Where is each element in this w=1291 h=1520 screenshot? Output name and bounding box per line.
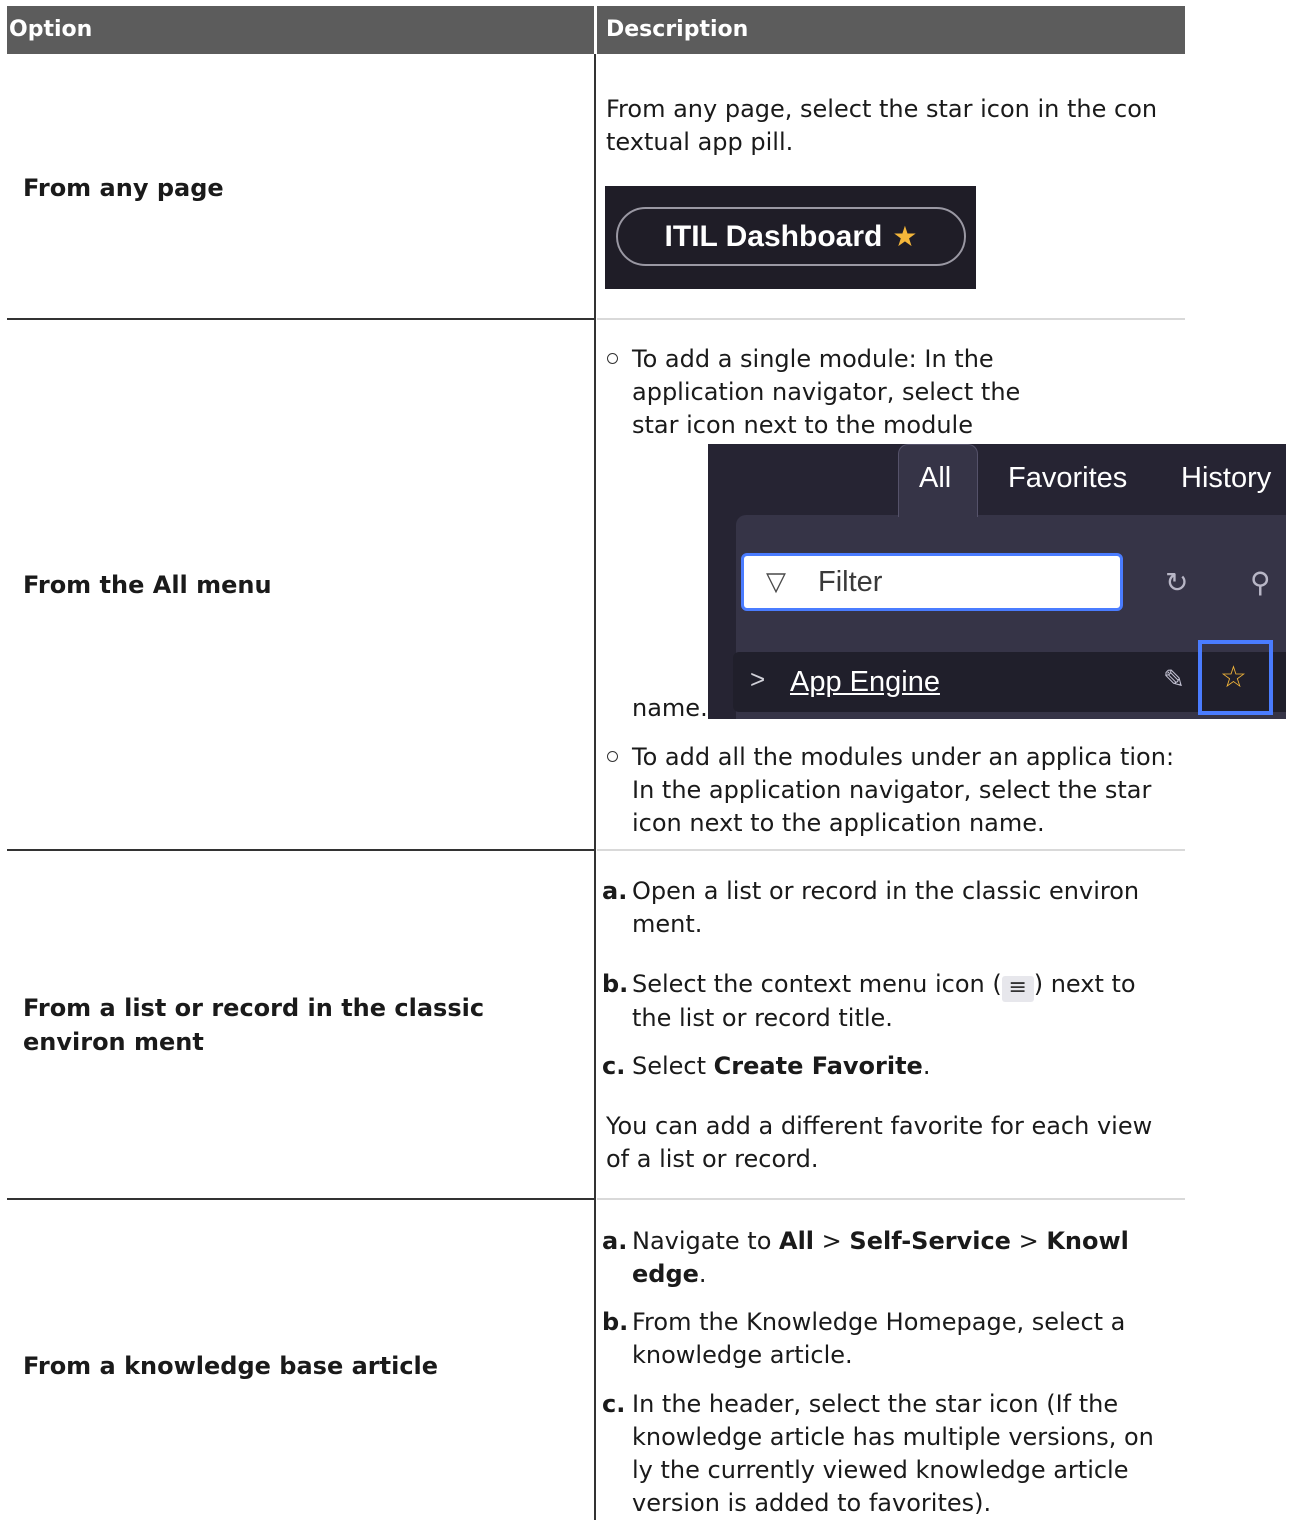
separator: > <box>814 1227 850 1255</box>
note-different-favorite: You can add a different favorite for eac… <box>606 1112 1153 1173</box>
step-create-favorite: Select Create Favorite. <box>632 1050 1180 1083</box>
nav-all: All <box>779 1227 815 1255</box>
tab-all-label[interactable]: All <box>919 462 951 495</box>
option-any-page: From any page <box>23 174 224 202</box>
header-option-cell <box>7 6 594 54</box>
step-header-star: In the header, select the star icon (If … <box>632 1390 1154 1517</box>
separator: > <box>1010 1227 1047 1255</box>
filter-icon: ▽ <box>766 566 786 596</box>
step-text: . <box>922 1052 931 1080</box>
app-pill-label: ITIL Dashboard <box>664 219 883 253</box>
header-option: Option <box>9 17 93 42</box>
step-open-list: Open a list or record in the classic env… <box>632 877 1140 938</box>
step-marker: c. <box>602 1390 626 1418</box>
bullet-icon <box>607 751 618 762</box>
nav-self-service: Self-Service <box>849 1227 1011 1255</box>
step-navigate: Navigate to All > Self-Service > Knowl e… <box>632 1225 1132 1291</box>
step-text: . <box>698 1260 707 1288</box>
step-context-menu: Select the context menu icon (≡) next to… <box>632 968 1180 1035</box>
app-pill-screenshot: ITIL Dashboard ★ <box>605 186 976 289</box>
context-menu-icon: ≡ <box>1001 976 1034 1002</box>
description-any-page: From any page, select the star icon in t… <box>606 95 1158 156</box>
option-all-menu: From the All menu <box>23 571 272 599</box>
chevron-right-icon[interactable]: > <box>750 664 765 695</box>
row-divider <box>7 318 595 320</box>
tab-history[interactable]: History <box>1181 462 1271 495</box>
filter-placeholder: Filter <box>818 566 883 598</box>
option-classic-environment: From a list or record in the classic env… <box>23 994 485 1056</box>
step-text: Navigate to <box>632 1227 779 1255</box>
star-icon[interactable]: ★ <box>892 220 917 253</box>
step-text: Select the context menu icon ( <box>632 970 1002 998</box>
star-icon[interactable]: ☆ <box>1220 660 1247 695</box>
application-navigator-screenshot: All Favorites History ▽ Filter ↻ ⚲ > App… <box>708 444 1286 719</box>
create-favorite-label: Create Favorite <box>713 1052 923 1080</box>
row-divider <box>597 1198 1185 1200</box>
row-divider <box>7 1198 595 1200</box>
pin-icon[interactable]: ⚲ <box>1250 566 1271 599</box>
edit-icon[interactable]: ✎ <box>1163 664 1185 695</box>
filter-input[interactable]: ▽ Filter <box>741 553 1123 611</box>
row-divider <box>7 849 595 851</box>
row-divider <box>597 318 1185 320</box>
tab-favorites[interactable]: Favorites <box>1008 462 1127 495</box>
option-knowledge-article: From a knowledge base article <box>23 1352 439 1380</box>
header-description: Description <box>606 17 749 42</box>
step-marker: b. <box>602 970 629 998</box>
module-name[interactable]: App Engine <box>790 666 940 699</box>
step-marker: c. <box>602 1052 626 1080</box>
contextual-app-pill[interactable]: ITIL Dashboard ★ <box>616 207 966 266</box>
bullet-icon <box>607 353 618 364</box>
bullet-single-module-tail: name. <box>632 694 708 722</box>
step-marker: b. <box>602 1308 629 1336</box>
row-divider <box>597 849 1185 851</box>
column-divider <box>594 54 596 1520</box>
step-select-article: From the Knowledge Homepage, select a kn… <box>632 1308 1126 1369</box>
bullet-all-modules: To add all the modules under an applica … <box>632 743 1175 837</box>
refresh-icon[interactable]: ↻ <box>1165 566 1188 599</box>
step-marker: a. <box>602 877 628 905</box>
step-marker: a. <box>602 1227 628 1255</box>
star-highlight: ☆ <box>1198 640 1273 715</box>
bullet-single-module: To add a single module: In the applicati… <box>632 345 1021 439</box>
step-text: Select <box>632 1052 714 1080</box>
